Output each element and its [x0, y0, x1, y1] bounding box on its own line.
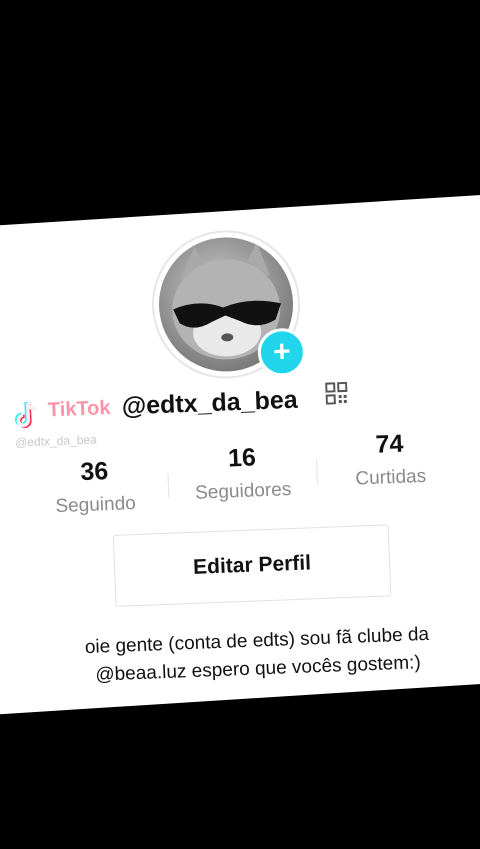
stat-followers[interactable]: 16 Seguidores	[171, 441, 313, 505]
profile-content: + TikTok @edtx_da_bea @edtx_da_bea 36 Se…	[0, 0, 480, 849]
profile-username: @edtx_da_bea	[121, 385, 299, 421]
stat-likes[interactable]: 74 Curtidas	[319, 428, 461, 492]
add-follow-button[interactable]: +	[256, 327, 307, 378]
profile-bio: oie gente (conta de edts) sou fã clube d…	[37, 619, 479, 692]
plus-icon: +	[272, 334, 292, 369]
stat-following-label: Seguindo	[55, 493, 137, 518]
stat-following-value: 36	[79, 457, 109, 487]
stat-divider	[167, 472, 170, 499]
watermark-username: @edtx_da_bea	[14, 432, 97, 450]
stat-divider	[316, 459, 319, 486]
edit-profile-button[interactable]: Editar Perfil	[112, 524, 392, 607]
watermark-brand: TikTok	[47, 396, 111, 422]
tiktok-logo-icon	[15, 402, 36, 428]
stat-likes-label: Curtidas	[355, 465, 427, 490]
stat-followers-value: 16	[227, 443, 257, 473]
qr-code-icon[interactable]	[325, 381, 348, 405]
stat-followers-label: Seguidores	[194, 479, 292, 504]
stat-likes-value: 74	[375, 429, 404, 459]
stat-following[interactable]: 36 Seguindo	[24, 455, 166, 519]
